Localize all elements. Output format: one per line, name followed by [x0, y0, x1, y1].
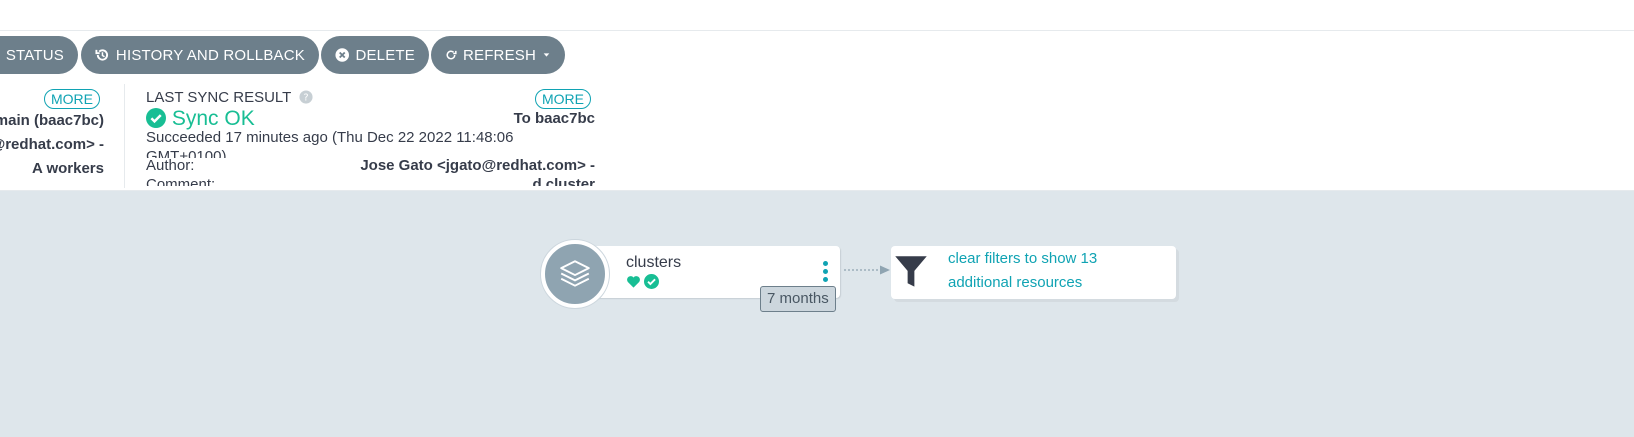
heart-icon: [627, 276, 640, 288]
node-name: clusters: [626, 254, 682, 271]
last-sync-title-text: LAST SYNC RESULT: [146, 89, 292, 106]
check-circle-icon: [146, 108, 166, 128]
check-circle-icon: [644, 274, 659, 289]
node-status-icons: [626, 274, 659, 289]
history-rollback-button[interactable]: HISTORY AND ROLLBACK: [81, 36, 319, 74]
more-label: MORE: [51, 91, 93, 107]
sync-ok-status: Sync OK: [146, 107, 255, 131]
delete-button[interactable]: DELETE: [321, 36, 429, 74]
node-age-badge: 7 months: [760, 286, 836, 312]
sync-ok-text: Sync OK: [171, 107, 255, 130]
node-kind-icon: [541, 240, 609, 308]
sync-succeeded: Succeeded 17 minutes ago (Thu Dec 22 202…: [146, 129, 514, 146]
author-label: Author:: [146, 157, 195, 174]
question-circle-icon[interactable]: ?: [299, 90, 313, 104]
sync-status-more-button[interactable]: MORE: [44, 89, 100, 109]
status-panel: MORE main (baac7bc) @redhat.com> - A wor…: [0, 80, 1634, 191]
app-toolbar: STATUS HISTORY AND ROLLBACK DELETE REFRE…: [0, 31, 1634, 80]
refresh-label: REFRESH: [462, 46, 537, 64]
app-status-button[interactable]: STATUS: [0, 36, 78, 74]
author-value: Jose Gato <jgato@redhat.com> -: [360, 157, 595, 174]
caret-down-icon: [543, 53, 550, 57]
redo-icon: [446, 50, 457, 60]
more-label: MORE: [542, 91, 584, 107]
filter-icon: [895, 256, 927, 287]
clear-filters-line1: clear filters to show 13: [948, 250, 1098, 267]
times-circle-icon: [335, 48, 349, 62]
clear-filters-line2: additional resources: [948, 274, 1083, 291]
column-divider: [124, 84, 125, 188]
sync-message: A workers: [32, 160, 104, 177]
graph-edge: [844, 265, 890, 275]
comment-value: d cluster: [532, 176, 595, 186]
node-menu-icon[interactable]: [823, 261, 829, 283]
app-status-label: STATUS: [5, 46, 64, 64]
last-sync-title: LAST SYNC RESULT ?: [146, 89, 313, 106]
delete-label: DELETE: [355, 46, 415, 64]
filter-node[interactable]: clear filters to show 13 additional reso…: [891, 246, 1176, 299]
sync-revision: main (baac7bc): [0, 112, 104, 129]
comment-label: Comment:: [146, 176, 216, 186]
layer-group-icon: [560, 260, 590, 287]
refresh-button[interactable]: REFRESH: [431, 36, 565, 74]
sync-author: @redhat.com> -: [0, 136, 104, 153]
clear-filters-link[interactable]: clear filters to show 13 additional reso…: [948, 247, 1097, 295]
to-revision: To baac7bc: [513, 110, 595, 127]
history-label: HISTORY AND ROLLBACK: [115, 46, 305, 64]
history-icon: [95, 49, 109, 61]
top-bar: [0, 0, 1634, 31]
last-sync-more-button[interactable]: MORE: [535, 89, 591, 109]
svg-text:?: ?: [304, 93, 309, 104]
